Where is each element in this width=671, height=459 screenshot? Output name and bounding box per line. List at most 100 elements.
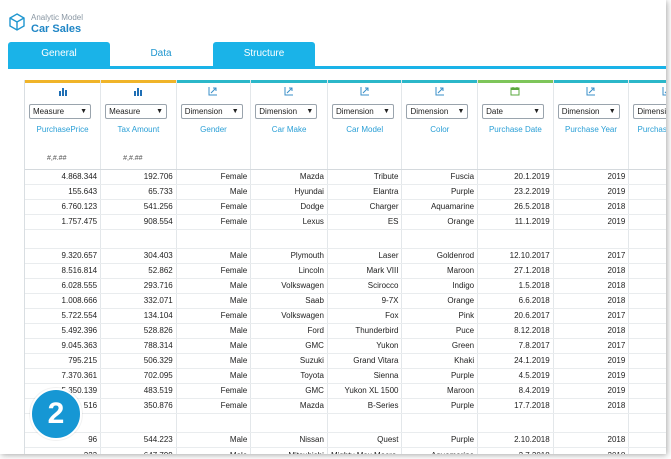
column-type-cell: Dimension ▼ (401, 101, 479, 121)
table-cell: Tribute (327, 169, 403, 185)
column-format (250, 155, 328, 170)
table-cell: 788.314 (100, 338, 177, 354)
table-cell: 2019 (553, 353, 630, 369)
column-type-select-purchase-year[interactable]: Dimension ▼ (557, 103, 620, 119)
table-cell: Nissan (250, 432, 328, 448)
table-cell: Mazda (250, 398, 328, 414)
table-cell: Fuscia (401, 169, 479, 185)
table-row[interactable]: 6.760.123 541.256 Female Dodge Charger Aquama… (25, 199, 666, 215)
column-name-gender[interactable]: Gender (176, 121, 252, 155)
table-cell: 5 (628, 368, 666, 384)
column-name-car-model[interactable]: Car Model (327, 121, 403, 155)
table-cell: 1 (628, 263, 666, 279)
table-row[interactable]: 4.868.344 192.706 Female Mazda Tribute Fuscia… (25, 169, 666, 185)
chevron-down-icon: ▼ (306, 107, 314, 115)
column-type-label: Dimension (259, 106, 298, 116)
table-cell: 304.403 (100, 248, 177, 264)
table-cell: 795.215 (25, 353, 102, 369)
table-cell: 7 (628, 447, 666, 454)
column-name-purchaseprice[interactable]: PurchasePrice (25, 121, 102, 155)
table-cell: Female (176, 383, 252, 399)
table-cell: 7.370.361 (25, 368, 102, 384)
dimension-icon (435, 83, 445, 100)
column-type-select-gender[interactable]: Dimension ▼ (180, 103, 243, 119)
column-type-select-purchaseprice[interactable]: Measure ▼ (29, 103, 91, 119)
step-badge: 2 (30, 388, 82, 440)
tab-general[interactable]: General (8, 42, 110, 66)
column-type-label: Measure (109, 106, 141, 116)
table-cell: Yukon (327, 338, 403, 354)
column-type-select-car-model[interactable]: Dimension ▼ (331, 103, 394, 119)
table-cell: 1.008.666 (25, 293, 102, 309)
table-cell: 223 (25, 447, 102, 454)
table-cell: 2018 (553, 199, 630, 215)
table-cell: 528.826 (100, 323, 177, 339)
table-cell: 2.10.2018 (477, 432, 554, 448)
chevron-down-icon: ▼ (383, 107, 390, 115)
column-name-purchase-month[interactable]: Purchase Month (628, 121, 666, 155)
table-cell: 10 (628, 432, 666, 448)
column-type-select-purchase-month[interactable]: Dimension▼ (633, 103, 666, 119)
table-cell: 5 (628, 278, 666, 294)
table-row[interactable]: 5.350.139 483.519 Female GMC Yukon XL 1500 Ma… (25, 383, 666, 399)
table-row[interactable]: 223647.799MaleMitsubishiMighty Max Macro… (25, 447, 666, 454)
table-row[interactable]: 8.516.814 52.862 Female Lincoln Mark VIII Mar… (25, 263, 666, 279)
column-type-label: Dimension (561, 106, 600, 116)
table-row[interactable]: 1.008.666 332.071 Male Saab 9-7X Orange 6.6.20… (25, 293, 666, 309)
table-cell: 506.329 (100, 353, 177, 369)
column-type-select-tax-amount[interactable]: Measure ▼ (105, 103, 168, 119)
table-cell: Male (176, 278, 252, 294)
table-cell (553, 229, 630, 249)
table-cell: Mark VIII (327, 263, 403, 279)
table-cell: Female (176, 199, 252, 215)
column-name-purchase-date[interactable]: Purchase Date (477, 121, 554, 155)
table-row[interactable]: 795.215 506.329 Male Suzuki Grand Vitara Khak… (25, 353, 666, 369)
table-cell: 4 (628, 383, 666, 399)
cube-icon (9, 13, 25, 31)
table-cell: Green (401, 338, 479, 354)
table-row[interactable] (25, 413, 666, 433)
column-type-select-color[interactable]: Dimension ▼ (406, 103, 469, 119)
column-type-cell: Dimension ▼ (553, 101, 630, 121)
table-row[interactable] (25, 229, 666, 249)
table-cell: Male (176, 353, 252, 369)
table-cell (628, 229, 666, 249)
chevron-down-icon: ▼ (608, 107, 616, 115)
table-row[interactable]: 96 544.223 Male Nissan Quest Purple 2.10.2018 2… (25, 432, 666, 448)
table-cell: 26.5.2018 (477, 199, 554, 215)
table-cell: Mazda (250, 169, 328, 185)
tab-structure[interactable]: Structure (213, 42, 315, 66)
table-cell: 2018 (553, 263, 630, 279)
table-cell: 350.876 (100, 398, 177, 414)
table-cell: B-Series (327, 398, 403, 414)
column-name-car-make[interactable]: Car Make (250, 121, 328, 155)
table-cell: Mighty Max Macro (327, 447, 403, 454)
table-row[interactable]: 7.370.361 702.095 Male Toyota Sienna Purple 4.… (25, 368, 666, 384)
column-type-cell: Dimension ▼ (327, 101, 403, 121)
table-row[interactable]: 9.320.657 304.403 Male Plymouth Laser Goldenr… (25, 248, 666, 264)
table-row[interactable]: 1.757.475 908.554 Female Lexus ES Orange 11.1.… (25, 214, 666, 230)
table-row[interactable]: 155.643 65.733 Male Hyundai Elantra Purple 23.… (25, 184, 666, 200)
table-cell: 1.5.2018 (477, 278, 554, 294)
table-row[interactable]: 6.028.555 293.716 Male Volkswagen Scirocco In… (25, 278, 666, 294)
table-cell (401, 413, 479, 433)
column-name-color[interactable]: Color (401, 121, 479, 155)
column-type-select-car-make[interactable]: Dimension ▼ (255, 103, 318, 119)
column-name-tax-amount[interactable]: Tax Amount (100, 121, 177, 155)
table-cell: 8.516.814 (25, 263, 102, 279)
table-cell: 2019 (553, 184, 630, 200)
table-row[interactable]: 9.045.363 788.314 Male GMC Yukon Green 7.8.201… (25, 338, 666, 354)
column-type-select-purchase-date[interactable]: Date ▼ (482, 103, 545, 119)
table-cell: Aquamarine (401, 199, 479, 215)
table-row[interactable]: 516 350.876 Female Mazda B-Series Purple 17.7.… (25, 398, 666, 414)
table-cell: 20.1.2019 (477, 169, 554, 185)
table-row[interactable]: 5.722.554 134.104 Female Volkswagen Fox Pink 2… (25, 308, 666, 324)
table-cell: 2018 (553, 293, 630, 309)
table-cell: Male (176, 184, 252, 200)
table-cell (401, 229, 479, 249)
table-row[interactable]: 5.492.396 528.826 Male Ford Thunderbird Puce 8… (25, 323, 666, 339)
tab-data[interactable]: Data (110, 42, 212, 66)
column-name-purchase-year[interactable]: Purchase Year (553, 121, 630, 155)
data-grid[interactable]: Measure ▼ Measure ▼ Dimension ▼ Dimension ▼ Dime… (24, 80, 666, 454)
table-cell: ES (327, 214, 403, 230)
